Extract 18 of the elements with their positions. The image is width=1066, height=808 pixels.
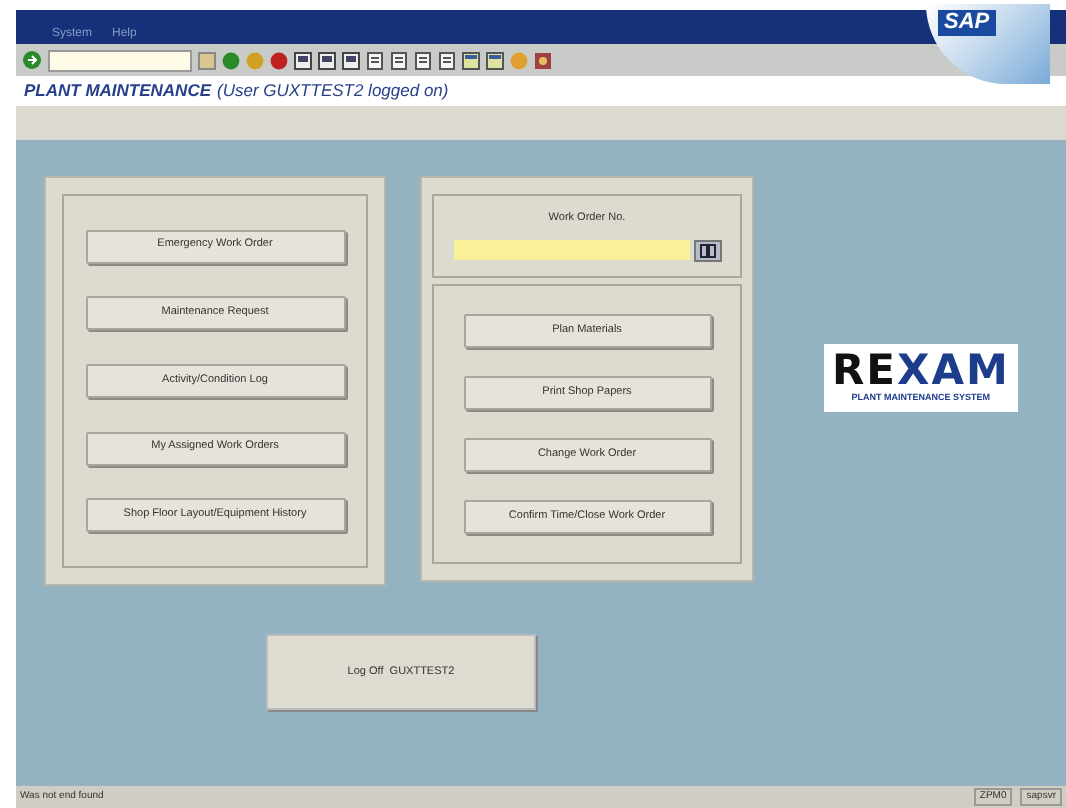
window-icon[interactable] <box>486 51 504 69</box>
search-help-button[interactable] <box>693 240 721 263</box>
matchcode-icon <box>699 244 715 259</box>
page-icon[interactable] <box>366 51 384 69</box>
work-order-input[interactable] <box>453 240 689 261</box>
window-icon[interactable] <box>462 51 480 69</box>
enter-icon[interactable] <box>22 50 42 70</box>
page-icon[interactable] <box>414 51 432 69</box>
logo-wordmark: REXAM <box>832 350 1010 392</box>
command-field[interactable] <box>48 49 192 71</box>
sap-logo: SAP <box>938 10 996 36</box>
settings-icon[interactable] <box>534 51 552 69</box>
cancel-icon[interactable] <box>270 51 288 69</box>
page-icon[interactable] <box>438 51 456 69</box>
page-icon[interactable] <box>390 51 408 69</box>
screen-title: PLANT MAINTENANCE <box>24 78 211 104</box>
logged-on-user: (User GUXTTEST2 logged on) <box>217 78 449 104</box>
back-icon[interactable] <box>222 51 240 69</box>
